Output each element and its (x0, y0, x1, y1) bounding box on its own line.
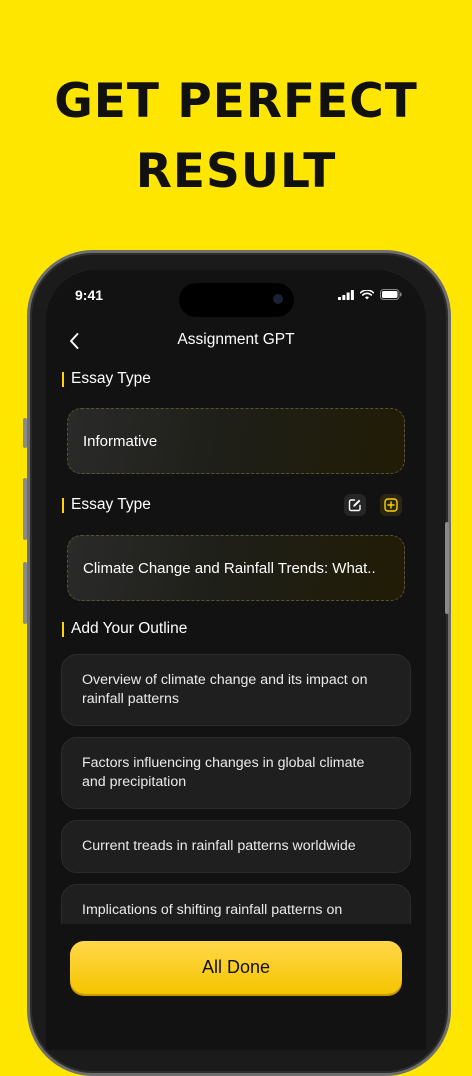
essay-topic-value: Climate Change and Rainfall Trends: What… (83, 559, 376, 577)
phone-action-button (23, 418, 27, 448)
edit-icon (348, 499, 361, 512)
essay-topic-label-text: Essay Type (71, 496, 151, 513)
section-accent-bar (62, 621, 64, 637)
essay-type-label-text: Essay Type (71, 370, 151, 387)
promo-headline-line2: RESULT (135, 144, 337, 199)
all-done-label: All Done (201, 957, 271, 977)
battery-icon (380, 289, 402, 300)
outline-item-text: Factors influencing changes in global cl… (82, 754, 365, 791)
outline-item[interactable]: Current treads in rainfall patterns worl… (61, 820, 411, 873)
outline-item-text: Implications of shifting rainfall patter… (82, 902, 343, 918)
plus-square-icon (384, 498, 398, 512)
essay-type-field[interactable]: Informative (67, 408, 405, 474)
outline-item[interactable]: Factors influencing changes in global cl… (61, 737, 411, 809)
essay-topic-field[interactable]: Climate Change and Rainfall Trends: What… (67, 535, 405, 601)
screen-title: Assignment GPT (177, 331, 295, 348)
wifi-icon (360, 289, 374, 299)
all-done-button[interactable]: All Done (70, 941, 402, 994)
phone-volume-down-button (23, 562, 27, 624)
essay-topic-label: Essay Type (62, 496, 151, 514)
phone-power-button (445, 522, 449, 614)
edit-topic-button[interactable] (344, 494, 366, 516)
status-time: 9:41 (75, 287, 104, 303)
outline-label: Add Your Outline (62, 620, 187, 638)
promo-headline-line1: GET PERFECT (54, 74, 418, 129)
outline-item-text: Current treads in rainfall patterns worl… (82, 837, 356, 854)
section-accent-bar (62, 371, 64, 387)
outline-item-text: Overview of climate change and its impac… (82, 671, 368, 708)
front-camera (273, 294, 283, 304)
outline-item[interactable]: Overview of climate change and its impac… (61, 654, 411, 726)
essay-type-value: Informative (83, 432, 158, 450)
section-accent-bar (62, 497, 64, 513)
cellular-signal-icon (338, 289, 354, 300)
outline-label-text: Add Your Outline (71, 620, 188, 637)
essay-type-label: Essay Type (62, 370, 151, 388)
phone-volume-up-button (23, 478, 27, 540)
status-icons (338, 289, 402, 300)
add-topic-button[interactable] (380, 494, 402, 516)
